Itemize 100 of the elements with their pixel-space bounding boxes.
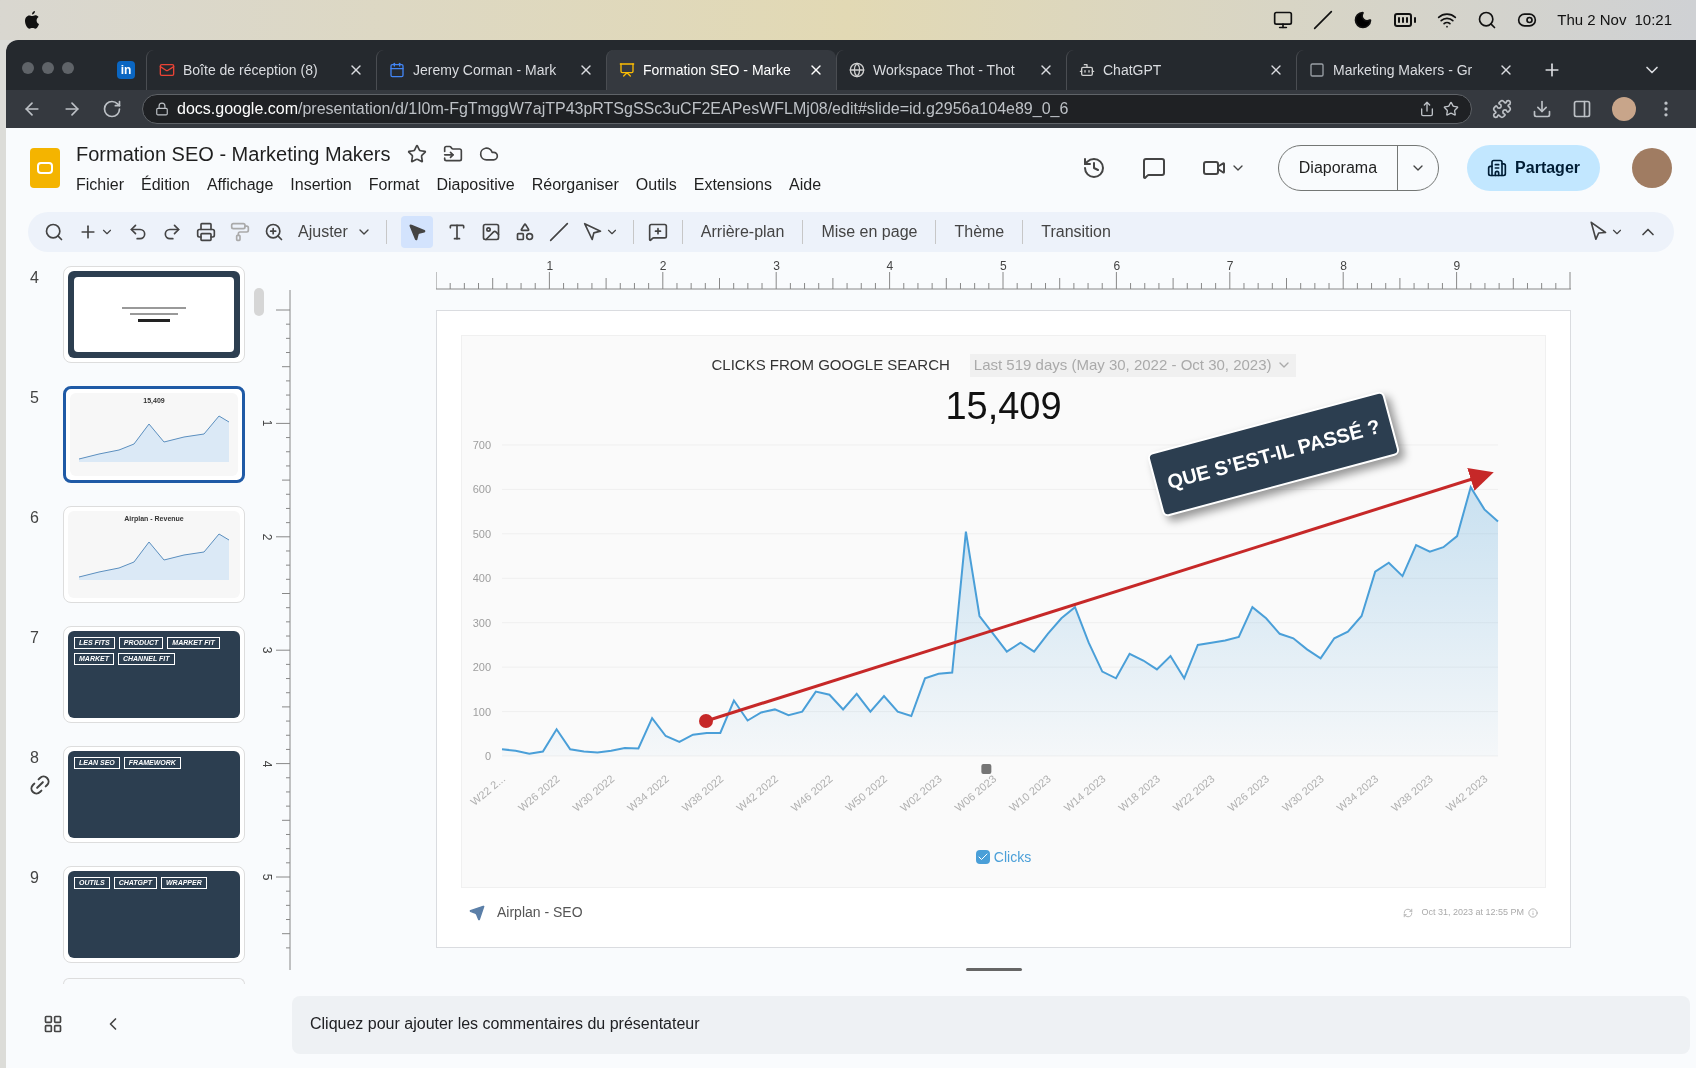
zoom-icon[interactable]	[264, 222, 284, 242]
reload-icon[interactable]	[102, 99, 122, 119]
axis-tick-label: 300	[472, 616, 491, 629]
window-minimize-control[interactable]	[42, 62, 54, 74]
slash-icon[interactable]	[1313, 10, 1334, 30]
history-icon[interactable]	[1081, 156, 1106, 180]
comments-icon[interactable]	[1141, 156, 1166, 180]
ruler-number: 4	[886, 260, 894, 272]
add-comment-icon[interactable]	[647, 222, 668, 242]
move-folder-icon[interactable]	[442, 144, 463, 164]
slide-number: 7	[29, 628, 40, 648]
legend-label: Clicks	[993, 847, 1032, 867]
ruler-number: 9	[1453, 260, 1461, 272]
chat-icon	[1079, 62, 1095, 78]
menu-item[interactable]: Édition	[141, 173, 190, 197]
legend-checkbox[interactable]	[975, 850, 990, 864]
scribble-icon[interactable]	[582, 222, 603, 242]
axis-tick-label: 100	[472, 705, 491, 718]
browser-tab[interactable]: in	[106, 50, 146, 90]
calendar-icon	[389, 62, 405, 78]
ruler-number: 3	[261, 646, 274, 654]
axis-tick-label: 500	[472, 527, 491, 540]
ruler-number: 2	[261, 533, 274, 541]
cloud-status-icon[interactable]	[478, 144, 499, 164]
display-icon[interactable]	[1273, 10, 1294, 30]
side-panel-icon[interactable]	[1572, 99, 1592, 119]
resize-handle[interactable]	[966, 968, 1022, 971]
ruler-number: 5	[261, 873, 274, 881]
shapes-icon[interactable]	[514, 222, 535, 242]
undo-icon[interactable]	[128, 222, 148, 242]
tab-title: Marketing Makers - Gr	[1333, 60, 1474, 80]
share-icon[interactable]	[1419, 101, 1435, 117]
profile-avatar[interactable]	[1612, 97, 1636, 121]
print-icon[interactable]	[196, 222, 216, 242]
apple-logo-icon	[24, 10, 40, 30]
line-icon[interactable]	[548, 222, 569, 242]
bookmark-icon[interactable]	[1443, 101, 1459, 117]
ruler-number: 6	[1113, 260, 1121, 272]
ruler-number: 1	[261, 420, 274, 427]
tab-title: Jeremy Corman - Mark	[413, 60, 558, 80]
window-close-control[interactable]	[22, 62, 34, 74]
building-icon	[1487, 158, 1508, 178]
share-button[interactable]: Partager	[1467, 145, 1600, 191]
ruler-number: 8	[1340, 260, 1347, 272]
toolbar-text-button[interactable]: Transition	[1037, 220, 1115, 244]
download-icon[interactable]	[1532, 99, 1552, 119]
slide-number: 5	[29, 388, 40, 408]
paper-plane-icon	[469, 904, 485, 921]
menu-item[interactable]: Diapositive	[436, 173, 515, 197]
pinned-tab-logo: in	[117, 61, 135, 79]
menu-item[interactable]: Extensions	[693, 173, 772, 197]
menu-item[interactable]: Insertion	[290, 173, 352, 197]
menu-item[interactable]: Affichage	[206, 173, 274, 197]
menu-item[interactable]: Format	[368, 173, 420, 197]
moon-icon[interactable]	[1353, 10, 1374, 30]
slide-number: 9	[29, 868, 40, 888]
toolbar-text-button[interactable]: Thème	[950, 220, 1009, 244]
speaker-notes-field[interactable]: Cliquez pour ajouter les commentaires du présentateur	[292, 996, 1690, 1054]
redo-icon[interactable]	[162, 222, 182, 242]
axis-tick-label: W22 2...	[468, 771, 508, 808]
select-tool[interactable]	[400, 216, 433, 248]
toolbar-text-button[interactable]: Mise en page	[817, 220, 922, 244]
menu-item[interactable]: Aide	[789, 173, 822, 197]
control-center-icon[interactable]	[1517, 10, 1538, 30]
menu-bar-time: 10:21	[1634, 9, 1672, 30]
tab-title: Boîte de réception (8)	[183, 60, 319, 80]
zoom-dropdown[interactable]: Ajuster	[298, 220, 372, 244]
axis-tick-label: 400	[472, 571, 491, 584]
user-avatar[interactable]	[1632, 148, 1672, 188]
ruler-number: 4	[261, 760, 274, 767]
star-icon[interactable]	[406, 144, 427, 164]
mail-icon	[159, 62, 175, 78]
scrollbar-thumb	[254, 288, 264, 316]
slide-number: 4	[29, 268, 40, 288]
image-icon[interactable]	[480, 222, 501, 242]
menu-item[interactable]: Outils	[635, 173, 677, 197]
wifi-icon[interactable]	[1437, 10, 1458, 30]
address-bar[interactable]: docs.google.com/presentation/d/1I0m-FgTmggW7ajTP43pRTSgSSc3uCF2EAPesWFLMj08/edit#slide=id.g2956a104e89_0_6	[142, 94, 1472, 124]
menu-item[interactable]: Réorganiser	[531, 173, 619, 197]
url-text: docs.google.com/presentation/d/1I0m-FgTmggW7ajTP43pRTSgSSc3uCF2EAPesWFLMj08/edit#slide=id.g2956a104e89_0_6	[177, 99, 1070, 119]
tab-title: Formation SEO - Marke	[643, 60, 792, 80]
browser-tab[interactable]: Formation SEO - Marke	[606, 50, 836, 90]
timestamp-text: Oct 31, 2023 at 12:55 PM	[1421, 905, 1524, 919]
search-icon[interactable]	[1477, 10, 1498, 30]
document-title[interactable]: Formation SEO - Marketing Makers	[76, 139, 391, 169]
slide-number: 6	[29, 508, 40, 528]
globe-icon	[849, 62, 865, 78]
axis-tick-label: 700	[472, 438, 491, 451]
chart-title: CLICKS FROM GOOGLE SEARCH	[711, 355, 950, 375]
toolbar-text-button[interactable]: Arrière-plan	[696, 220, 789, 244]
refresh-icon	[1403, 907, 1414, 918]
menu-item[interactable]: Fichier	[76, 173, 124, 197]
pointer-icon	[406, 222, 427, 242]
annotation-marker-icon	[981, 763, 992, 774]
ruler-number: 2	[659, 260, 667, 272]
grid-view-icon[interactable]	[43, 1014, 63, 1034]
menu-bar-date: Thu 2 Nov	[1557, 9, 1627, 30]
extension-icon[interactable]	[1492, 99, 1512, 119]
search-icon[interactable]	[44, 222, 64, 242]
window-zoom-control[interactable]	[62, 62, 74, 74]
